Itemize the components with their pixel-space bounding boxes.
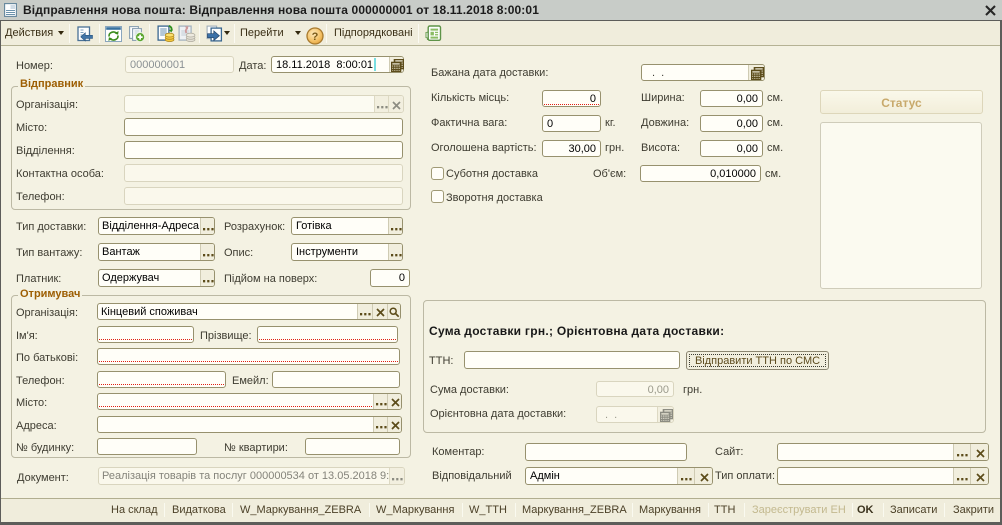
- svg-text:?: ?: [312, 31, 319, 43]
